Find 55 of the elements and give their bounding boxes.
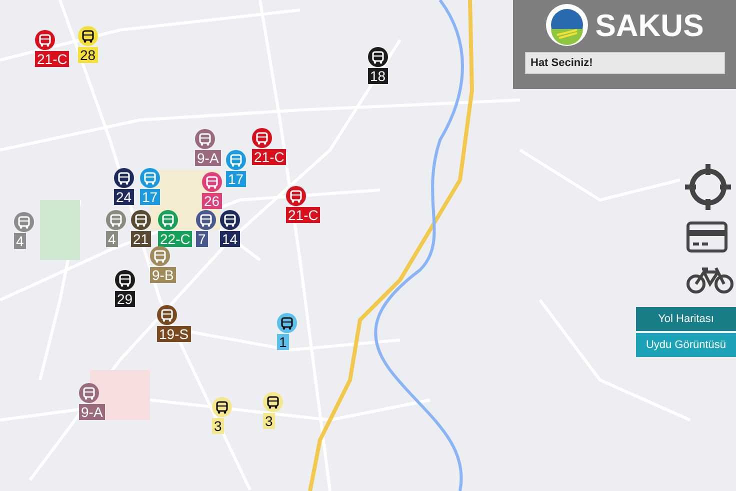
route-number-label: 26: [202, 193, 222, 209]
route-number-label: 21: [131, 231, 151, 247]
bus-marker-icon[interactable]: [114, 168, 134, 188]
bus-marker-icon[interactable]: [286, 186, 306, 206]
route-number-label: 24: [114, 189, 134, 205]
route-number-label: 17: [226, 171, 246, 187]
bus-marker-icon[interactable]: [115, 270, 135, 290]
bus-marker-icon[interactable]: [14, 212, 34, 232]
bus-marker-icon[interactable]: [195, 129, 215, 149]
bicycle-icon[interactable]: [686, 266, 734, 294]
bus-marker-icon[interactable]: [196, 210, 216, 230]
route-number-label: 21-C: [286, 207, 320, 223]
app-title: SAKUS: [595, 10, 704, 40]
route-number-label: 18: [368, 68, 388, 84]
municipality-logo-icon: [545, 3, 590, 47]
bus-marker-icon[interactable]: [263, 392, 283, 412]
bus-marker-icon[interactable]: [79, 383, 99, 403]
bus-marker-icon[interactable]: [226, 150, 246, 170]
route-number-label: 4: [106, 231, 118, 247]
locate-crosshair-icon[interactable]: [684, 163, 732, 211]
bus-marker-icon[interactable]: [35, 30, 55, 50]
route-number-label: 9-A: [79, 404, 105, 420]
bus-marker-icon[interactable]: [150, 246, 170, 266]
route-number-label: 7: [196, 231, 208, 247]
map-type-button[interactable]: Yol Haritası: [636, 307, 736, 331]
route-number-label: 14: [220, 231, 240, 247]
bus-marker-icon[interactable]: [277, 313, 297, 333]
bus-marker-icon[interactable]: [131, 210, 151, 230]
bus-marker-icon[interactable]: [78, 26, 98, 46]
route-number-label: 22-C: [158, 231, 192, 247]
route-number-label: 9-A: [195, 150, 221, 166]
bus-marker-icon[interactable]: [157, 305, 177, 325]
route-number-label: 21-C: [252, 149, 286, 165]
route-number-label: 3: [263, 413, 275, 429]
bus-marker-icon[interactable]: [252, 128, 272, 148]
bus-marker-icon[interactable]: [106, 210, 126, 230]
bus-marker-icon[interactable]: [220, 210, 240, 230]
route-number-label: 17: [140, 189, 160, 205]
credit-card-icon[interactable]: [686, 221, 728, 253]
bus-marker-icon[interactable]: [368, 47, 388, 67]
bus-marker-icon[interactable]: [202, 172, 222, 192]
route-select-placeholder: Hat Seciniz!: [530, 56, 593, 71]
bus-marker-icon[interactable]: [212, 397, 232, 417]
bus-marker-icon[interactable]: [158, 210, 178, 230]
route-number-label: 9-B: [150, 267, 176, 283]
route-select-field[interactable]: Hat Seciniz!: [524, 52, 724, 74]
bus-marker-icon[interactable]: [140, 168, 160, 188]
route-number-label: 3: [212, 418, 224, 434]
route-number-label: 4: [14, 233, 26, 249]
route-number-label: 21-C: [35, 51, 70, 67]
map-type-button[interactable]: Uydu Görüntüsü: [636, 333, 736, 357]
route-number-label: 29: [115, 291, 135, 307]
route-number-label: 28: [78, 47, 98, 63]
route-number-label: 19-S: [157, 326, 191, 342]
route-number-label: 1: [277, 334, 289, 350]
